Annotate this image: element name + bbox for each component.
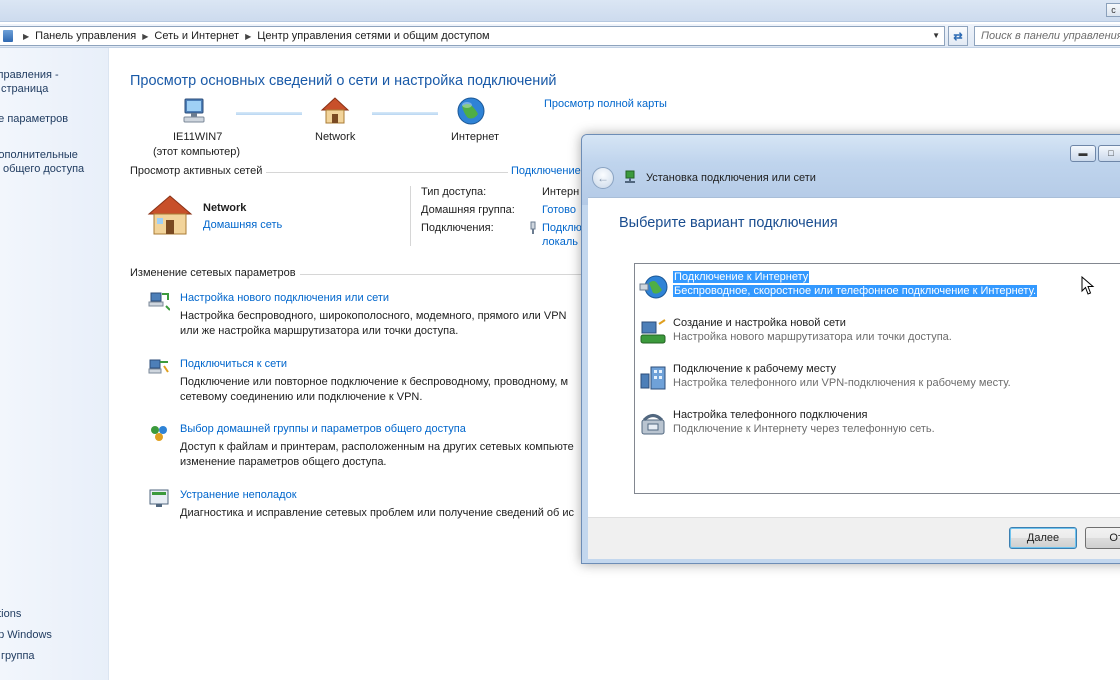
option-title: Подключение к рабочему месту bbox=[673, 363, 837, 375]
option-desc: Настройка нового маршрутизатора или точк… bbox=[673, 331, 952, 343]
task-connect-network-link[interactable]: Подключиться к сети bbox=[180, 358, 287, 370]
sidebar-item-homegroup[interactable]: я группа bbox=[0, 649, 35, 663]
sidebar-item-firewall[interactable]: ер Windows bbox=[0, 628, 52, 642]
address-bar: ▶ Панель управления ▶ Сеть и Интернет ▶ … bbox=[0, 24, 1120, 48]
task-connect-network-desc: Подключение или повторное подключение к … bbox=[180, 376, 569, 388]
map-connector bbox=[236, 112, 302, 115]
next-button[interactable]: Далее bbox=[1009, 527, 1077, 549]
option-dialup[interactable]: Настройка телефонного подключения Подклю… bbox=[635, 406, 1120, 452]
task-troubleshoot-link[interactable]: Устранение неполадок bbox=[180, 489, 297, 501]
sidebar: управления - я страница ие параметров до… bbox=[0, 48, 109, 680]
option-desc: Подключение к Интернету через телефонную… bbox=[673, 423, 935, 435]
connect-disconnect-link[interactable]: Подключение bbox=[508, 165, 581, 177]
chevron-right-icon[interactable]: ▶ bbox=[23, 32, 29, 41]
mouse-cursor-icon bbox=[1081, 276, 1095, 295]
chevron-right-icon[interactable]: ▶ bbox=[245, 32, 251, 41]
connection-link[interactable]: Подклю bbox=[542, 222, 582, 234]
ethernet-icon bbox=[530, 221, 536, 234]
connection-options-list: Подключение к Интернету Беспроводное, ск… bbox=[634, 263, 1120, 494]
option-internet[interactable]: Подключение к Интернету Беспроводное, ск… bbox=[635, 268, 1120, 314]
internet-node-label: Интернет bbox=[451, 131, 499, 143]
breadcrumb-network-center[interactable]: Центр управления сетями и общим доступом bbox=[257, 30, 489, 42]
task-homegroup-desc: Доступ к файлам и принтерам, расположенн… bbox=[180, 441, 574, 453]
option-title: Подключение к Интернету bbox=[673, 271, 810, 283]
new-connection-icon bbox=[148, 292, 170, 311]
task-homegroup-desc-2: изменение параметров общего доступа. bbox=[180, 456, 387, 468]
network-house-icon[interactable] bbox=[320, 96, 350, 126]
telephone-icon bbox=[641, 414, 665, 435]
chevron-right-icon[interactable]: ▶ bbox=[142, 32, 148, 41]
refresh-icon: ⇄ bbox=[953, 30, 963, 43]
connection-link-line2[interactable]: локаль bbox=[542, 236, 578, 248]
page-title: Просмотр основных сведений о сети и наст… bbox=[130, 73, 557, 89]
window-titlebar: c bbox=[0, 0, 1120, 22]
computer-name: IE11WIN7 bbox=[173, 131, 223, 143]
dialog-heading: Выберите вариант подключения bbox=[619, 215, 838, 231]
task-new-connection-desc-2: или же настройка маршрутизатора или точк… bbox=[180, 325, 459, 337]
connections-label: Подключения: bbox=[421, 222, 494, 234]
window-control-button[interactable]: c bbox=[1106, 3, 1120, 17]
task-troubleshoot-desc: Диагностика и исправление сетевых пробле… bbox=[180, 507, 575, 519]
homegroup-link[interactable]: Готово bbox=[542, 204, 576, 216]
chevron-down-icon[interactable]: ▼ bbox=[932, 31, 940, 40]
task-new-connection-desc: Настройка беспроводного, широкополосного… bbox=[180, 310, 567, 322]
dialog-maximize-button[interactable]: □ bbox=[1098, 145, 1120, 162]
network-setup-icon bbox=[625, 170, 635, 183]
workplace-building-icon bbox=[640, 366, 666, 390]
access-type-value: Интерн bbox=[542, 186, 580, 198]
connect-network-icon bbox=[148, 359, 169, 374]
setup-connection-dialog: ▬ □ ← Установка подключения или сети Выб… bbox=[581, 134, 1120, 564]
dialog-titlebar bbox=[582, 135, 1120, 205]
sidebar-item-home[interactable]: управления - я страница bbox=[0, 68, 59, 96]
dialog-title: Установка подключения или сети bbox=[646, 172, 816, 184]
troubleshoot-icon bbox=[149, 489, 169, 507]
active-networks-heading: Просмотр активных сетей bbox=[130, 165, 267, 177]
vertical-divider bbox=[410, 186, 411, 246]
breadcrumb-control-panel[interactable]: Панель управления bbox=[35, 30, 136, 42]
internet-globe-icon bbox=[639, 275, 668, 299]
cancel-button[interactable]: Отм bbox=[1085, 527, 1120, 549]
control-panel-icon bbox=[3, 30, 13, 42]
dialog-minimize-button[interactable]: ▬ bbox=[1070, 145, 1096, 162]
breadcrumb[interactable]: ▶ Панель управления ▶ Сеть и Интернет ▶ … bbox=[0, 26, 945, 46]
homegroup-label: Домашняя группа: bbox=[421, 204, 515, 216]
homegroup-icon bbox=[151, 426, 167, 441]
option-desc: Беспроводное, скоростное или телефонное … bbox=[673, 285, 1038, 297]
sidebar-item-sharing-settings[interactable]: дополнительные ы общего доступа bbox=[0, 148, 84, 176]
refresh-button[interactable]: ⇄ bbox=[948, 26, 968, 46]
change-settings-heading: Изменение сетевых параметров bbox=[130, 267, 300, 279]
network-type-link[interactable]: Домашняя сеть bbox=[203, 219, 282, 231]
task-new-connection-link[interactable]: Настройка нового подключения или сети bbox=[180, 292, 389, 304]
access-type-label: Тип доступа: bbox=[421, 186, 487, 198]
computer-caption: (этот компьютер) bbox=[153, 146, 241, 158]
home-network-icon bbox=[147, 195, 193, 235]
option-desc: Настройка телефонного или VPN-подключени… bbox=[673, 377, 1011, 389]
option-workplace[interactable]: Подключение к рабочему месту Настройка т… bbox=[635, 360, 1120, 406]
internet-globe-icon[interactable] bbox=[456, 96, 486, 126]
map-connector bbox=[372, 112, 438, 115]
search-box[interactable] bbox=[974, 26, 1120, 46]
option-title: Создание и настройка новой сети bbox=[673, 317, 846, 329]
task-connect-network-desc-2: сетевому соединению или подключение к VP… bbox=[180, 391, 423, 403]
router-icon bbox=[640, 319, 666, 344]
computer-icon[interactable] bbox=[180, 97, 208, 125]
view-full-map-link[interactable]: Просмотр полной карты bbox=[544, 98, 667, 110]
sidebar-item-internet-options[interactable]: ptions bbox=[0, 607, 21, 621]
search-input[interactable] bbox=[975, 27, 1120, 45]
active-network-name: Network bbox=[203, 202, 247, 214]
option-new-network[interactable]: Создание и настройка новой сети Настройк… bbox=[635, 314, 1120, 360]
back-arrow-icon[interactable]: ← bbox=[592, 167, 614, 189]
sidebar-item-adapter-settings[interactable]: ие параметров bbox=[0, 112, 68, 126]
breadcrumb-network-internet[interactable]: Сеть и Интернет bbox=[154, 30, 239, 42]
option-title: Настройка телефонного подключения bbox=[673, 409, 868, 421]
network-node-label: Network bbox=[315, 131, 356, 143]
task-homegroup-link[interactable]: Выбор домашней группы и параметров общег… bbox=[180, 423, 466, 435]
